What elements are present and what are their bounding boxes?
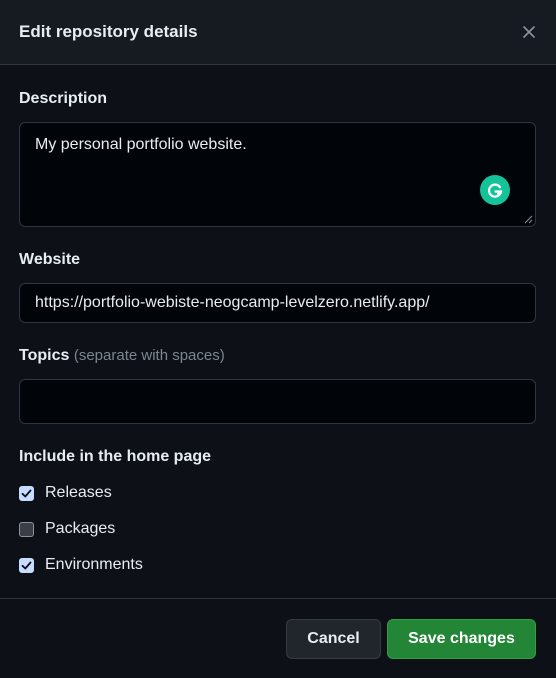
dialog-title: Edit repository details — [19, 22, 198, 41]
packages-label: Packages — [45, 520, 116, 537]
topics-label: Topics — [19, 347, 70, 364]
close-button[interactable] — [517, 20, 541, 44]
resize-handle-icon[interactable] — [524, 215, 533, 224]
website-label: Website — [19, 251, 81, 268]
environments-label: Environments — [45, 556, 143, 573]
releases-label: Releases — [45, 484, 112, 501]
dialog-footer: Cancel Save changes — [0, 598, 556, 678]
packages-option[interactable]: Packages — [19, 520, 115, 538]
home-page-label: Include in the home page — [19, 448, 212, 465]
save-changes-button[interactable]: Save changes — [387, 619, 536, 659]
edit-repository-dialog: Edit repository details Description My p… — [0, 0, 556, 678]
description-textarea[interactable]: My personal portfolio website. — [19, 122, 536, 227]
topics-hint: (separate with spaces) — [73, 347, 225, 364]
cancel-button[interactable]: Cancel — [286, 619, 381, 659]
website-value: https://portfolio-webiste-neogcamp-level… — [35, 294, 430, 311]
environments-option[interactable]: Environments — [19, 556, 143, 574]
website-input[interactable]: https://portfolio-webiste-neogcamp-level… — [19, 283, 536, 323]
releases-option[interactable]: Releases — [19, 484, 112, 502]
releases-checkbox[interactable] — [19, 485, 34, 501]
packages-checkbox[interactable] — [19, 521, 34, 537]
topics-input[interactable] — [19, 379, 536, 424]
check-icon — [21, 561, 32, 569]
topics-label-row: Topics (separate with spaces) — [19, 347, 225, 365]
check-icon — [21, 489, 32, 497]
grammarly-button[interactable] — [480, 175, 510, 205]
dialog-header: Edit repository details — [0, 0, 556, 65]
grammarly-icon — [487, 183, 503, 198]
description-value: My personal portfolio website. — [35, 136, 247, 153]
environments-checkbox[interactable] — [19, 557, 34, 573]
close-icon — [523, 26, 535, 38]
description-label: Description — [19, 90, 108, 107]
